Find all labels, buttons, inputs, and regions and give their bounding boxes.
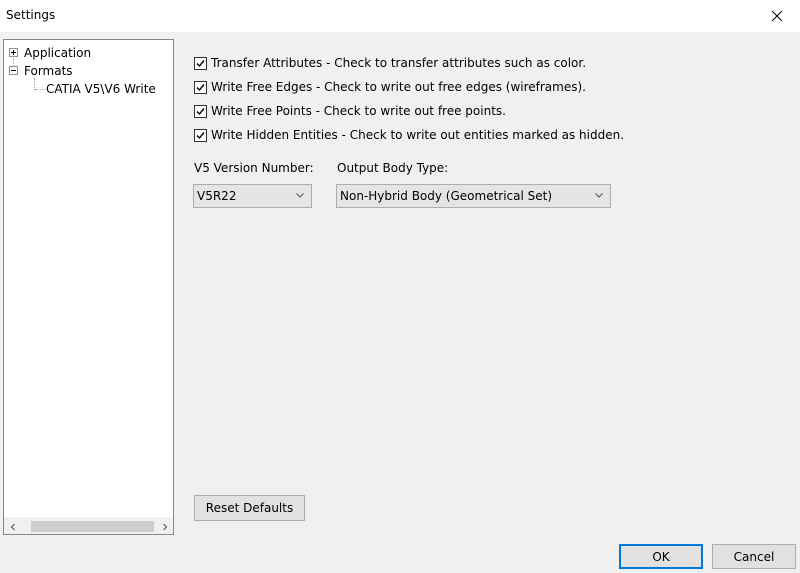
chevron-right-icon bbox=[162, 523, 167, 530]
output-body-type-label: Output Body Type: bbox=[337, 161, 449, 175]
output-body-type-value: Non-Hybrid Body (Geometrical Set) bbox=[340, 189, 553, 203]
output-body-type-select[interactable]: Non-Hybrid Body (Geometrical Set) bbox=[336, 184, 611, 208]
checkmark-icon bbox=[196, 107, 205, 115]
collapse-icon[interactable] bbox=[9, 66, 18, 75]
option-label: Write Free Points - Check to write out f… bbox=[211, 104, 506, 118]
checkbox-transfer-attributes[interactable] bbox=[194, 56, 207, 70]
version-number-label: V5 Version Number: bbox=[194, 161, 314, 175]
option-transfer-attributes[interactable]: Transfer Attributes - Check to transfer … bbox=[194, 54, 586, 72]
option-label: Transfer Attributes - Check to transfer … bbox=[211, 56, 587, 70]
version-number-value: V5R22 bbox=[197, 189, 237, 203]
scroll-right-button[interactable] bbox=[156, 518, 173, 535]
scroll-left-button[interactable] bbox=[4, 518, 21, 535]
checkmark-icon bbox=[196, 59, 205, 67]
settings-tree[interactable]: Application Formats CATIA V5\V6 Write bbox=[3, 39, 174, 535]
expand-icon[interactable] bbox=[9, 48, 18, 57]
tree-item-label: Application bbox=[24, 46, 92, 60]
window-title: Settings bbox=[6, 8, 56, 22]
checkbox-write-free-edges[interactable] bbox=[194, 80, 207, 94]
checkbox-write-hidden-entities[interactable] bbox=[194, 128, 207, 142]
ok-button[interactable]: OK bbox=[619, 544, 703, 569]
close-button[interactable] bbox=[754, 0, 800, 32]
option-write-hidden-entities[interactable]: Write Hidden Entities - Check to write o… bbox=[194, 126, 624, 144]
cancel-button[interactable]: Cancel bbox=[712, 544, 796, 569]
chevron-left-icon bbox=[10, 523, 15, 530]
chevron-down-icon bbox=[595, 193, 603, 198]
tree-item-label: Formats bbox=[24, 64, 73, 78]
checkmark-icon bbox=[196, 83, 205, 91]
checkmark-icon bbox=[196, 131, 205, 139]
title-bar: Settings bbox=[0, 0, 800, 32]
version-number-select[interactable]: V5R22 bbox=[193, 184, 312, 208]
scroll-thumb[interactable] bbox=[31, 521, 154, 532]
option-write-free-edges[interactable]: Write Free Edges - Check to write out fr… bbox=[194, 78, 586, 96]
tree-item-label: CATIA V5\V6 Write bbox=[46, 82, 156, 96]
option-write-free-points[interactable]: Write Free Points - Check to write out f… bbox=[194, 102, 506, 120]
horizontal-scrollbar[interactable] bbox=[4, 517, 173, 534]
option-label: Write Hidden Entities - Check to write o… bbox=[211, 128, 625, 142]
close-icon bbox=[771, 10, 783, 22]
option-label: Write Free Edges - Check to write out fr… bbox=[211, 80, 586, 94]
checkbox-write-free-points[interactable] bbox=[194, 104, 207, 118]
chevron-down-icon bbox=[296, 193, 304, 198]
reset-defaults-button[interactable]: Reset Defaults bbox=[194, 495, 305, 521]
